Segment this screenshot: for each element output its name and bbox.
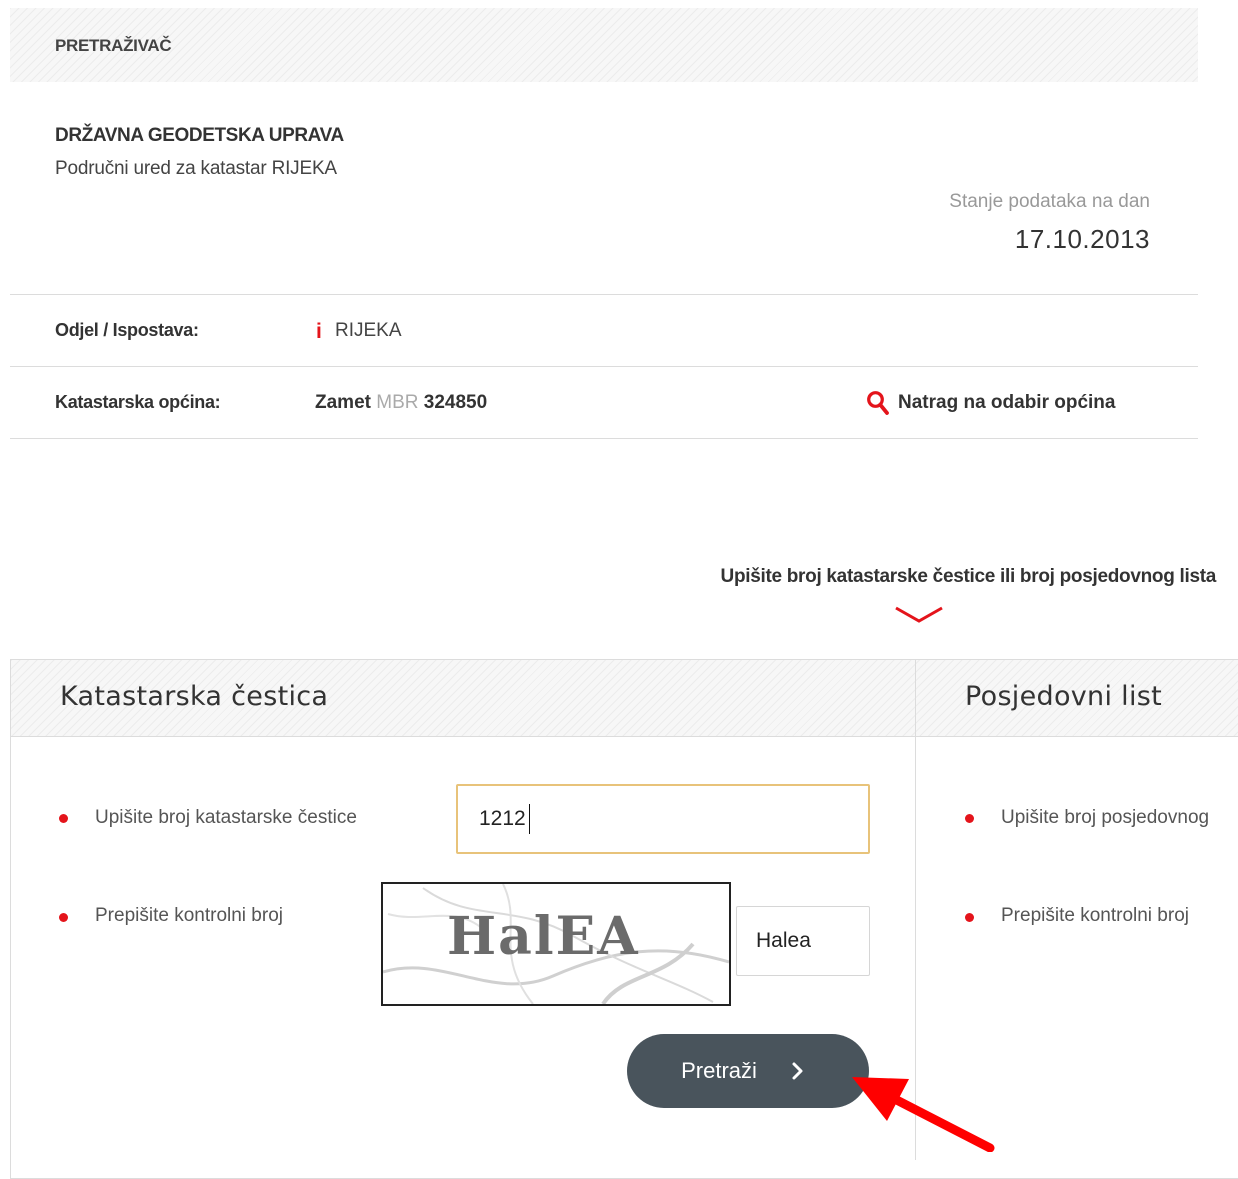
data-status-date: 17.10.2013	[1014, 224, 1150, 254]
captcha-text: HalEA	[447, 906, 640, 967]
parcel-number-input[interactable]	[456, 784, 870, 854]
bullet	[59, 913, 68, 922]
divider	[10, 294, 1198, 295]
search-button[interactable]: Pretraži	[627, 1034, 869, 1108]
parcel-number-label: Upišite broj katastarske čestice	[95, 807, 357, 828]
chevron-right-icon	[792, 1062, 803, 1080]
tab-possession-list[interactable]: Posjedovni list	[965, 681, 1162, 712]
data-status-label: Stanje podataka na dan	[949, 191, 1150, 212]
captcha-image: HalEA	[381, 882, 731, 1006]
possession-number-label: Upišite broj posjedovnog	[1001, 807, 1210, 828]
municipality-label: Katastarska općina:	[55, 392, 221, 412]
back-link-label: Natrag na odabir općina	[898, 392, 1116, 413]
divider	[10, 438, 1198, 439]
municipality-name: Zamet	[315, 392, 371, 413]
mbr-label: MBR	[376, 392, 419, 413]
captcha-label: Prepišite kontrolni broj	[95, 905, 283, 926]
search-button-label: Pretraži	[681, 1058, 757, 1083]
department-label: Odjel / Ispostava:	[55, 320, 199, 340]
page-title: PRETRAŽIVAČ	[55, 36, 172, 55]
divider	[10, 366, 1198, 367]
organization-name: DRŽAVNA GEODETSKA UPRAVA	[55, 125, 344, 146]
municipality-value: Zamet MBR 324850	[315, 392, 487, 414]
possession-captcha-label: Prepišite kontrolni broj	[1001, 905, 1189, 926]
text-caret	[529, 804, 530, 834]
page-header-bar	[10, 8, 1198, 82]
tab-parcel[interactable]: Katastarska čestica	[60, 681, 328, 712]
organization-office: Područni ured za katastar RIJEKA	[55, 158, 337, 179]
chevron-down-icon	[895, 606, 943, 623]
department-value: RIJEKA	[335, 320, 402, 341]
info-icon[interactable]: i	[316, 320, 322, 344]
search-prompt: Upišite broj katastarske čestice ili bro…	[720, 566, 1217, 587]
bullet	[965, 913, 974, 922]
mbr-value: 324850	[423, 392, 488, 413]
back-to-municipality-link[interactable]: Natrag na odabir općina	[866, 389, 1115, 417]
search-icon	[867, 391, 889, 415]
captcha-input[interactable]	[736, 906, 870, 976]
bullet	[59, 814, 68, 823]
bullet	[965, 814, 974, 823]
panel-divider	[915, 660, 916, 1160]
